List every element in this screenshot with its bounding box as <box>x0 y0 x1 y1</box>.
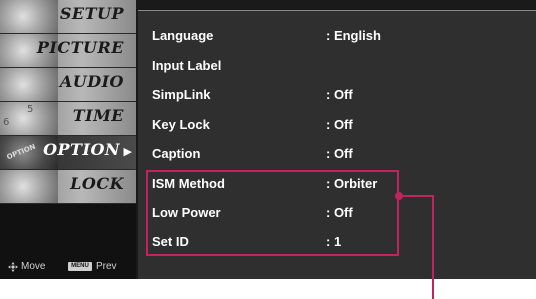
row-value: : Off <box>326 117 353 132</box>
menu-tab-label: SETUP <box>59 4 124 23</box>
menu-row-simplink[interactable]: SimpLink : Off <box>152 87 353 107</box>
tv-osd-screen: SETUP PICTURE AUDIO 56 TIME OPTION OPTIO… <box>0 0 536 279</box>
row-label: Input Label <box>152 58 222 73</box>
menu-row-input-label[interactable]: Input Label <box>152 58 221 78</box>
menu-row-key-lock[interactable]: Key Lock : Off <box>152 117 353 137</box>
menu-row-caption[interactable]: Caption : Off <box>152 146 353 166</box>
chevron-right-icon: ▶ <box>123 145 132 158</box>
row-value: : English <box>326 28 381 43</box>
menu-row-language[interactable]: Language : English <box>152 28 381 48</box>
row-value: : Off <box>326 87 353 102</box>
move-hint-label: Move <box>21 261 46 272</box>
menu-tab-time[interactable]: 56 TIME <box>0 102 136 136</box>
speaker-thumbnail-icon <box>0 68 58 101</box>
clock-thumbnail-icon: 56 <box>0 102 58 135</box>
menu-key-icon: MENU <box>68 262 92 271</box>
row-value: : Off <box>326 146 353 161</box>
menu-tab-label: PICTURE <box>36 38 124 57</box>
menu-tab-setup[interactable]: SETUP <box>0 0 136 34</box>
callout-leader-vertical <box>432 195 434 299</box>
panel-top-divider <box>138 10 536 11</box>
setup-thumbnail-icon <box>0 0 58 33</box>
row-label: SimpLink <box>152 87 211 102</box>
callout-highlight-box <box>146 170 399 256</box>
menu-tab-option[interactable]: OPTION OPTION ▶ <box>0 136 136 170</box>
menu-tab-audio[interactable]: AUDIO <box>0 68 136 102</box>
menu-tab-label: LOCK <box>70 174 124 193</box>
navigation-hint-bar: Move MENU Prev <box>0 256 136 279</box>
lock-thumbnail-icon <box>0 170 58 203</box>
main-menu-sidebar: SETUP PICTURE AUDIO 56 TIME OPTION OPTIO… <box>0 0 136 279</box>
callout-leader-horizontal <box>402 195 434 197</box>
menu-tab-label: AUDIO <box>59 72 124 91</box>
menu-tab-picture[interactable]: PICTURE <box>0 34 136 68</box>
move-dpad-icon <box>8 262 18 272</box>
menu-tab-label: OPTION <box>43 140 120 159</box>
row-label: Key Lock <box>152 117 210 132</box>
row-label: Language <box>152 28 214 43</box>
menu-tab-label: TIME <box>72 106 124 125</box>
row-label: Caption <box>152 146 201 161</box>
menu-tab-lock[interactable]: LOCK <box>0 170 136 204</box>
prev-hint-label: Prev <box>96 261 117 272</box>
